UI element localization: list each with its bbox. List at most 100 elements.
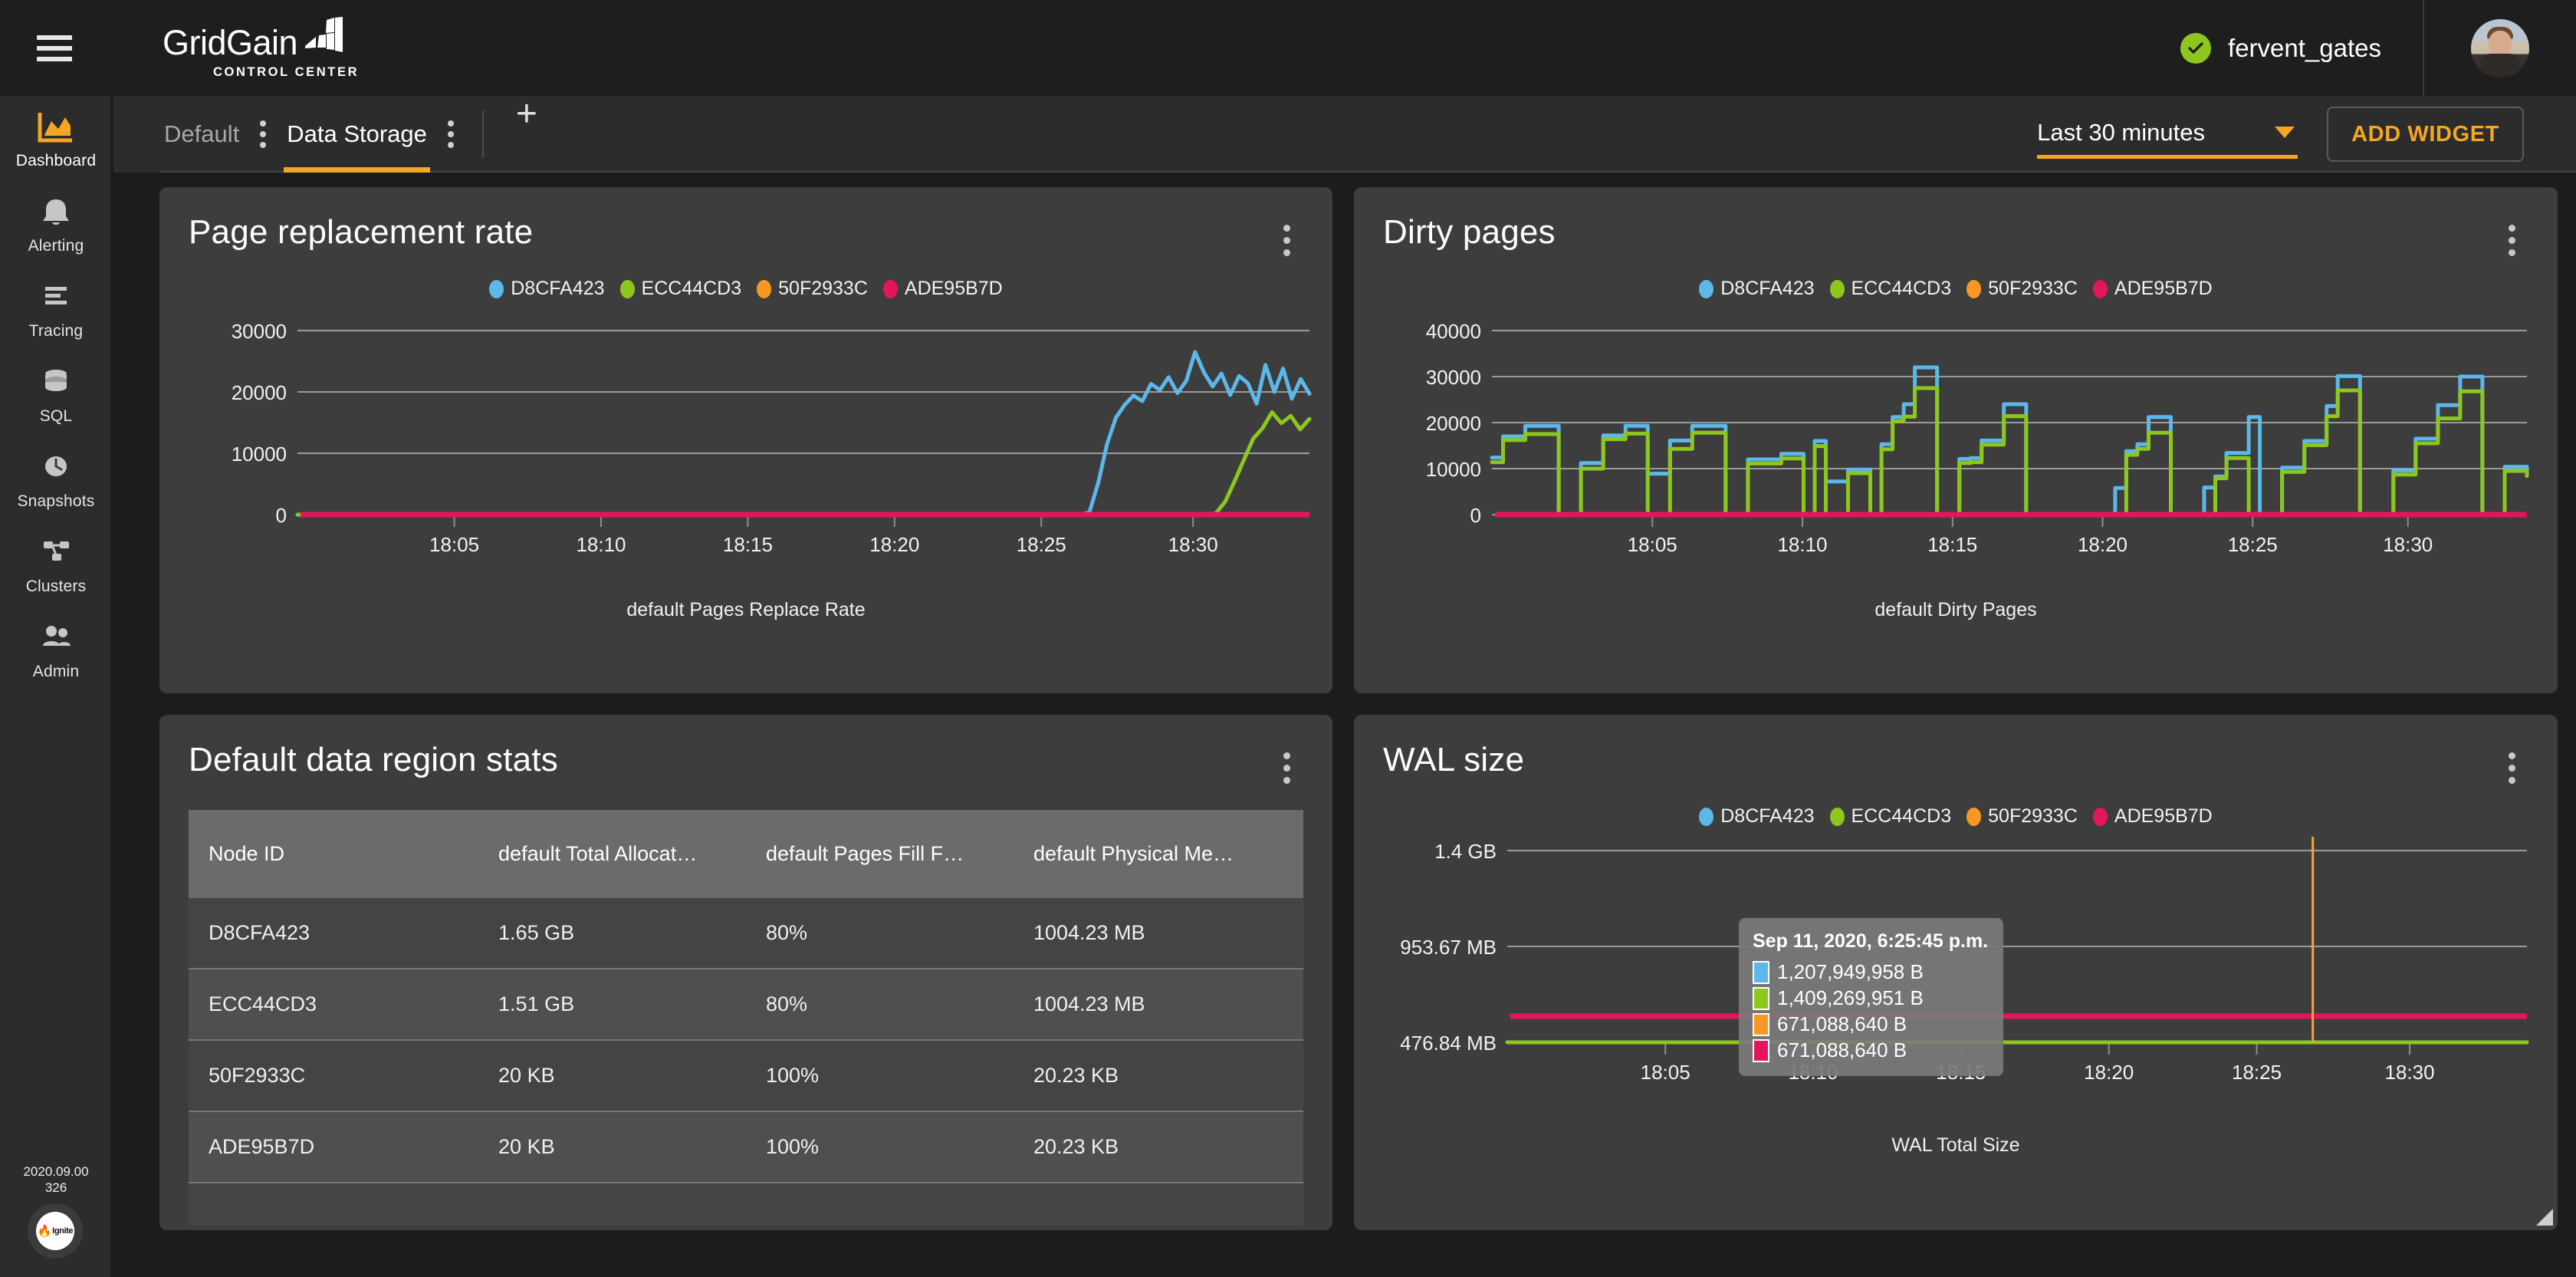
cell-pages-fill-factor: 80% [745,969,1014,1041]
svg-text:18:05: 18:05 [1641,1061,1691,1084]
table-row[interactable]: 50F2933C 20 KB 100% 20.23 KB [189,1040,1303,1112]
brand-subtitle: CONTROL CENTER [213,64,360,79]
panel-menu-icon[interactable] [1270,219,1303,261]
svg-text:476.84 MB: 476.84 MB [1400,1032,1497,1055]
sidebar-item-snapshots[interactable]: Snapshots [0,436,112,522]
legend-item[interactable]: D8CFA423 [489,278,605,300]
avatar[interactable] [2471,18,2529,77]
tab-data-storage[interactable]: Data Storage [284,96,430,173]
connection-status[interactable]: fervent_gates [2180,32,2423,64]
tooltip-value: 1,207,949,958 B [1777,960,1924,983]
table-row[interactable]: ADE95B7D 20 KB 100% 20.23 KB [189,1111,1303,1183]
chart-axis-label: default Dirty Pages [1875,599,2037,620]
legend-item[interactable]: ADE95B7D [882,278,1003,300]
chart-dirty-pages[interactable]: 0 10000 20000 30000 40000 18:05 18:10 18:15 18:2… [1354,300,2558,599]
legend-label: 50F2933C [778,278,868,299]
svg-text:40000: 40000 [1426,320,1481,343]
svg-text:18:10: 18:10 [576,533,626,556]
avatar-cell[interactable] [2423,0,2576,96]
version-info: 2020.09.00 326 [0,1163,112,1196]
legend-item[interactable]: ECC44CD3 [1829,278,1951,300]
tab-default[interactable]: Default [161,96,242,173]
dashboard-tab-bar: Default Data Storage + Last 30 minutes A… [113,96,2576,173]
sidebar-item-tracing[interactable]: Tracing [0,266,112,351]
legend-item[interactable]: ECC44CD3 [1829,805,1951,828]
svg-text:30000: 30000 [1426,366,1481,389]
panel-menu-icon[interactable] [1270,747,1303,788]
legend-item[interactable]: 50F2933C [1967,278,2078,300]
column-header-pages-fill-factor[interactable]: default Pages Fill F… [746,810,1014,898]
panel-resize-handle[interactable] [2536,1209,2553,1226]
cell-node-id: ECC44CD3 [189,969,479,1041]
avatar-face [2489,30,2512,57]
tooltip-title: Sep 11, 2020, 6:25:45 p.m. [1753,930,1989,952]
panel-menu-icon[interactable] [2495,219,2528,261]
sidebar-label: Clusters [25,578,87,595]
svg-text:10000: 10000 [1426,458,1481,481]
cell-physical-memory: 1004.23 MB [1013,898,1303,969]
column-header-physical-memory[interactable]: default Physical Me… [1014,810,1303,898]
top-bar: GridGain CONTROL CENTER fervent_gates [0,0,2576,96]
svg-text:20000: 20000 [1426,412,1481,435]
brand-name: GridGain [163,22,298,62]
column-header-node-id[interactable]: Node ID [189,810,478,898]
legend-item[interactable]: 50F2933C [757,278,868,300]
legend-label: ADE95B7D [2114,278,2213,299]
legend-color-swatch [1829,807,1845,826]
sidebar-item-sql[interactable]: SQL [0,351,112,436]
panel-menu-icon[interactable] [2495,747,2528,788]
sidebar-item-alerting[interactable]: Alerting [0,181,112,266]
legend-label: D8CFA423 [1720,278,1815,299]
chart-legend: D8CFA423 ECC44CD3 50F2933C ADE95B7D [159,278,1332,300]
chart-page-replacement-rate[interactable]: 0 10000 20000 30000 18:05 18:10 18:15 18:20 18:2… [159,300,1332,599]
legend-color-swatch [619,279,635,298]
chart-axis-label: default Pages Replace Rate [626,599,866,620]
svg-text:30000: 30000 [232,320,287,343]
svg-text:1.4 GB: 1.4 GB [1434,840,1497,863]
legend-item[interactable]: ADE95B7D [2092,805,2213,828]
sidebar-item-admin[interactable]: Admin [0,607,112,692]
cell-total-allocated: 20 KB [478,1040,746,1112]
tab-default-menu-icon[interactable] [242,96,284,173]
legend-color-swatch [1967,807,1982,826]
tab-data-storage-menu-icon[interactable] [430,96,472,173]
legend-item[interactable]: ECC44CD3 [619,278,741,300]
sidebar-label: Tracing [28,322,84,340]
cell-pages-fill-factor: 100% [745,1111,1014,1183]
add-tab-button[interactable]: + [495,96,559,173]
time-range-select[interactable]: Last 30 minutes [2037,110,2298,159]
table-row[interactable]: ECC44CD3 1.51 GB 80% 1004.23 MB [189,969,1303,1041]
sidebar-item-dashboard[interactable]: Dashboard [0,96,112,181]
svg-text:18:05: 18:05 [429,533,479,556]
legend-item[interactable]: 50F2933C [1967,805,2078,828]
legend-item[interactable]: D8CFA423 [1699,805,1815,828]
svg-text:18:25: 18:25 [2228,533,2278,556]
table-row[interactable]: D8CFA423 1.65 GB 80% 1004.23 MB [189,898,1303,969]
tab-bar-rule [161,171,2576,173]
hamburger-icon[interactable] [37,35,72,61]
tooltip-row: 671,088,640 B [1753,1038,1988,1062]
cell-physical-memory: 1004.23 MB [1013,969,1303,1041]
legend-color-swatch [1829,279,1845,298]
bell-icon [35,193,77,230]
chart-tooltip: Sep 11, 2020, 6:25:45 p.m. 1,207,949,958… [1739,918,2004,1076]
chart-legend: D8CFA423 ECC44CD3 50F2933C ADE95B7D [1354,278,2558,300]
tab-list: Default Data Storage + [161,96,559,173]
add-widget-button[interactable]: ADD WIDGET [2327,107,2524,162]
tooltip-value: 1,409,269,951 B [1777,986,1924,1009]
column-header-total-allocated[interactable]: default Total Allocat… [478,810,746,898]
check-circle-icon [2180,32,2212,64]
table-head: Node ID default Total Allocat… default P… [189,810,1303,898]
chart-wal-size[interactable]: 476.84 MB953.67 MB1.4 GB18:0518:1018:151… [1354,828,2558,1134]
sidebar-item-clusters[interactable]: Clusters [0,522,112,607]
cell-physical-memory: 20.23 KB [1013,1111,1303,1183]
tooltip-value: 671,088,640 B [1777,1038,1907,1061]
ignite-badge-center: 🔥 Ignite [36,1212,74,1250]
table-header-row: Node ID default Total Allocat… default P… [189,810,1303,898]
cell-total-allocated: 20 KB [478,1111,746,1183]
svg-text:18:25: 18:25 [2232,1061,2282,1084]
chart-axis-label: WAL Total Size [1891,1134,2020,1156]
legend-item[interactable]: ADE95B7D [2092,278,2213,300]
legend-item[interactable]: D8CFA423 [1699,278,1815,300]
time-range-value: Last 30 minutes [2037,118,2205,146]
